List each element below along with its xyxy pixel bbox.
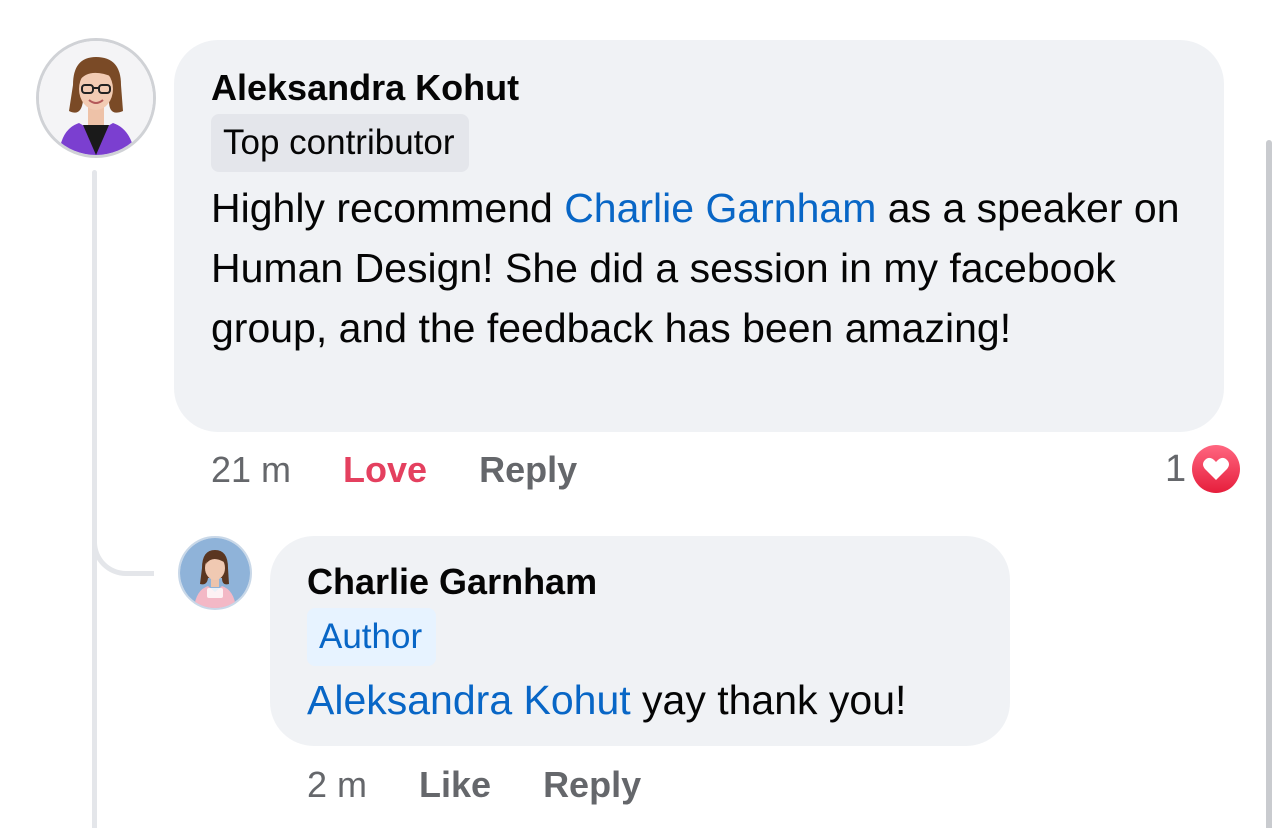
heart-reaction-badge	[1190, 443, 1243, 495]
scrollbar[interactable]	[1266, 140, 1272, 828]
comment-thread: Aleksandra Kohut Top contributor Highly …	[0, 0, 1284, 828]
profile-photo-icon	[180, 538, 250, 608]
top-contributor-badge: Top contributor	[211, 114, 469, 172]
author-badge: Author	[307, 608, 437, 666]
love-button[interactable]: Love	[343, 445, 427, 495]
reply-text-end: yay thank you!	[630, 677, 907, 723]
comment-text-start: Highly recommend	[211, 185, 565, 231]
mention-link-aleksandra-kohut[interactable]: Aleksandra Kohut	[307, 677, 631, 723]
heart-icon	[1192, 445, 1241, 493]
thread-connector-line	[92, 170, 97, 828]
reply-text: Aleksandra Kohut yay thank you!	[307, 670, 974, 730]
comment-bubble: Aleksandra Kohut Top contributor Highly …	[174, 40, 1224, 432]
reply-author-name[interactable]: Charlie Garnham	[307, 558, 974, 606]
reply-bubble: Charlie Garnham Author Aleksandra Kohut …	[270, 536, 1010, 746]
reply-connector-curve	[92, 500, 154, 576]
profile-photo-icon	[39, 41, 153, 155]
comment-author-name[interactable]: Aleksandra Kohut	[211, 64, 1188, 112]
comment-text: Highly recommend Charlie Garnham as a sp…	[211, 178, 1188, 358]
comment-actions: 21 m Love Reply	[211, 445, 629, 495]
reply-author-avatar[interactable]	[178, 536, 252, 610]
reply-button[interactable]: Reply	[543, 760, 641, 810]
reaction-count: 1	[1165, 448, 1187, 490]
heart-glyph-icon	[1203, 457, 1230, 480]
reply-button[interactable]: Reply	[479, 445, 577, 495]
like-button[interactable]: Like	[419, 760, 491, 810]
reaction-summary[interactable]: 1	[1165, 442, 1243, 496]
reply-actions: 2 m Like Reply	[307, 760, 693, 810]
commenter-avatar[interactable]	[36, 38, 156, 158]
reply-timestamp[interactable]: 2 m	[307, 760, 367, 810]
mention-link-charlie-garnham[interactable]: Charlie Garnham	[564, 185, 876, 231]
comment-timestamp[interactable]: 21 m	[211, 445, 291, 495]
